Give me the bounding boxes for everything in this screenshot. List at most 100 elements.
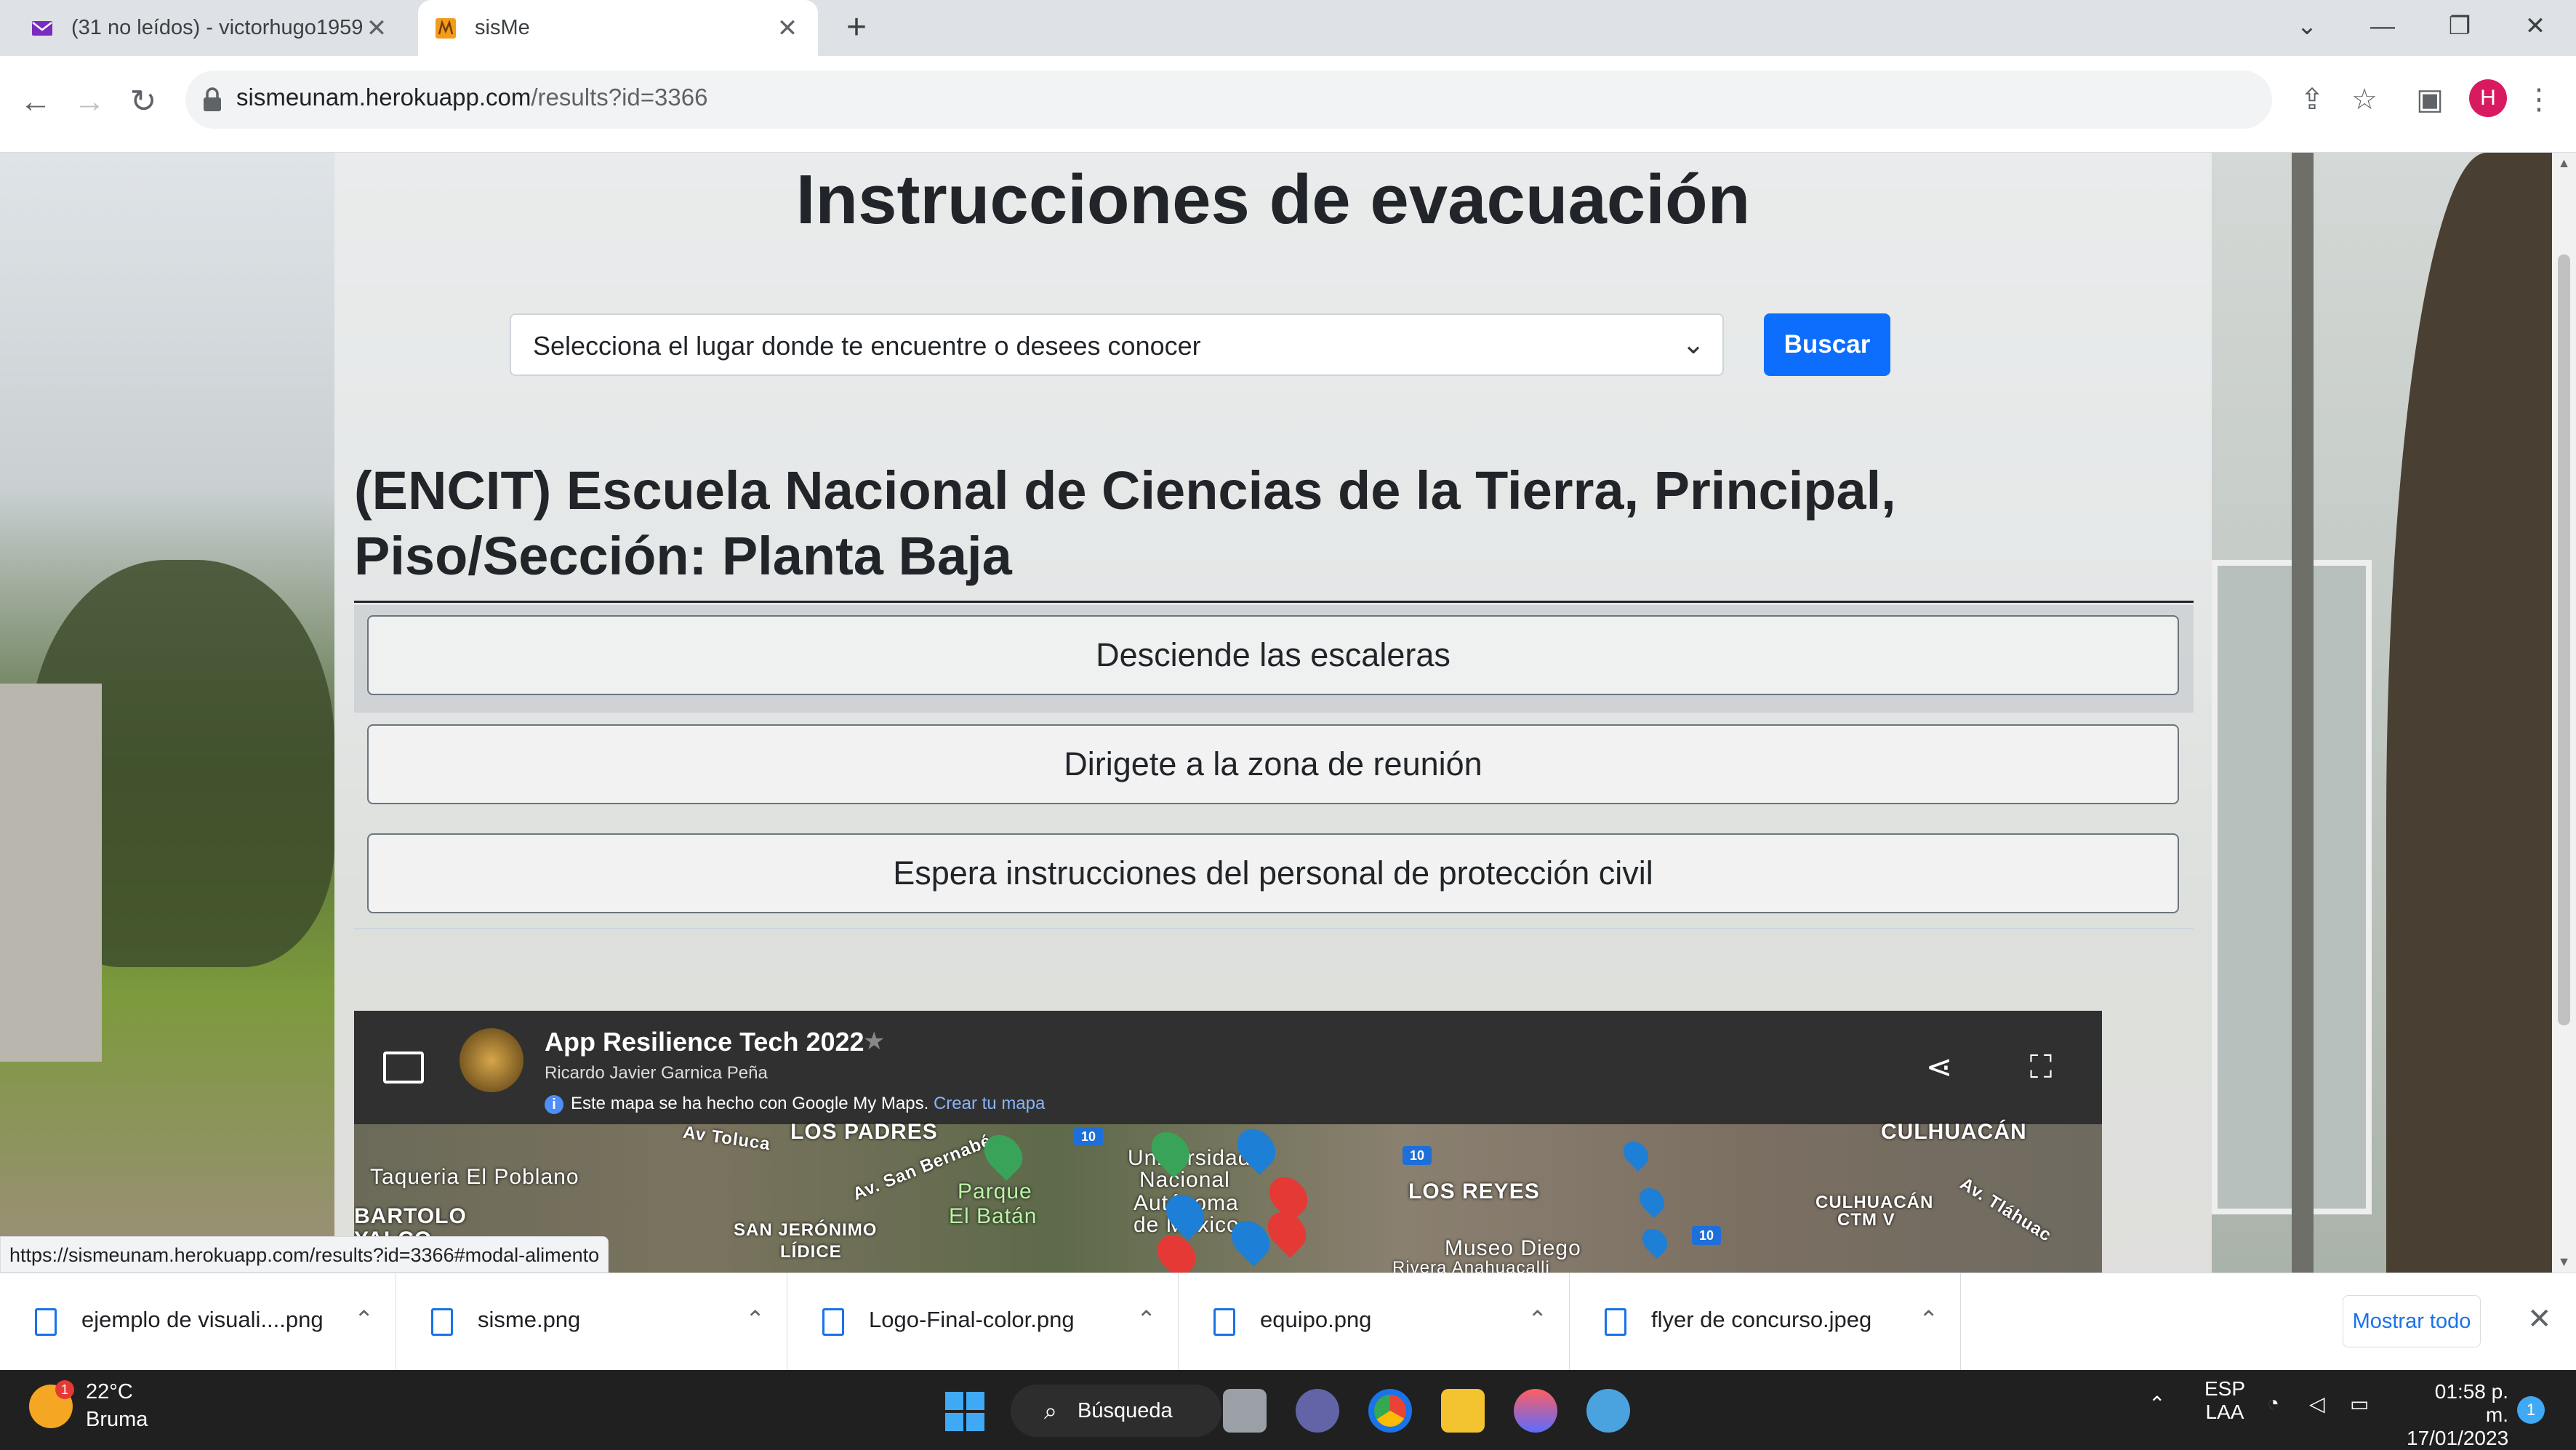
- map-header: App Resilience Tech 2022 ★ Ricardo Javie…: [354, 1011, 2102, 1124]
- taskbar-search[interactable]: ⌕ Búsqueda: [1011, 1385, 1221, 1437]
- show-all-downloads-button[interactable]: Mostrar todo: [2343, 1295, 2481, 1347]
- back-icon[interactable]: ←: [10, 76, 61, 127]
- tab-gmail[interactable]: (31 no leídos) - victorhugo1959@ ✕: [15, 0, 407, 56]
- map-label: SAN JERÓNIMO: [734, 1220, 878, 1240]
- side-panel-icon[interactable]: ▣: [2408, 78, 2452, 121]
- create-map-link[interactable]: Crear tu mapa: [934, 1094, 1045, 1113]
- map-label: CULHUACÁN: [1881, 1120, 2027, 1144]
- browser-app-icon[interactable]: [1586, 1389, 1630, 1433]
- download-item[interactable]: equipo.png ⌃: [1179, 1273, 1570, 1371]
- step-item[interactable]: Espera instrucciones del personal de pro…: [367, 833, 2179, 913]
- file-icon: [1605, 1308, 1626, 1336]
- close-tab-icon[interactable]: ✕: [773, 14, 802, 43]
- file-explorer-icon[interactable]: [1441, 1389, 1485, 1433]
- task-view-icon[interactable]: [1223, 1389, 1267, 1433]
- chevron-up-icon[interactable]: ⌃: [1919, 1305, 1938, 1333]
- chevron-up-icon[interactable]: ⌃: [2148, 1392, 2165, 1416]
- map-label: BARTOLO: [354, 1204, 467, 1228]
- battery-icon[interactable]: ▭: [2350, 1392, 2369, 1416]
- map-canvas[interactable]: LOS PADRES Av Toluca Av. San Bernabé CUL…: [354, 1120, 2102, 1273]
- new-tab-button[interactable]: +: [836, 7, 877, 48]
- location-select[interactable]: Selecciona el lugar donde te encuentre o…: [510, 313, 1724, 376]
- start-icon[interactable]: [945, 1392, 984, 1431]
- map-marker[interactable]: [1634, 1182, 1670, 1219]
- tab-title: sisMe: [475, 16, 530, 39]
- step-item[interactable]: Dirigete a la zona de reunión: [367, 724, 2179, 804]
- volume-icon[interactable]: ◁: [2309, 1392, 2325, 1416]
- close-window-icon[interactable]: ✕: [2495, 0, 2575, 56]
- download-item[interactable]: flyer de concurso.jpeg ⌃: [1570, 1273, 1961, 1371]
- bookmark-star-icon[interactable]: ☆: [2343, 78, 2386, 121]
- app-icon[interactable]: [1514, 1389, 1557, 1433]
- profile-avatar[interactable]: H: [2469, 79, 2507, 117]
- clock-time: 01:58 p. m.: [2434, 1380, 2508, 1426]
- close-tab-icon[interactable]: ✕: [362, 14, 391, 43]
- language-indicator[interactable]: ESP LAA: [2203, 1377, 2247, 1424]
- scroll-down-icon[interactable]: ▼: [2552, 1254, 2576, 1270]
- scrollbar-thumb[interactable]: [2558, 255, 2570, 1025]
- map-label: El Batán: [949, 1204, 1038, 1228]
- chevron-up-icon[interactable]: ⌃: [354, 1305, 374, 1333]
- wifi-icon[interactable]: ◔: [2267, 1392, 2279, 1415]
- map-author: Ricardo Javier Garnica Peña: [545, 1063, 768, 1083]
- weather-temp[interactable]: 22°C: [86, 1380, 133, 1404]
- address-bar[interactable]: sismeunam.herokuapp.com/results?id=3366: [185, 71, 2272, 129]
- sisme-favicon: [436, 17, 456, 39]
- minimize-icon[interactable]: —: [2343, 0, 2423, 56]
- share-page-icon[interactable]: ⇪: [2290, 78, 2334, 121]
- download-item[interactable]: Logo-Final-color.png ⌃: [787, 1273, 1179, 1371]
- map-marker[interactable]: [1637, 1223, 1673, 1259]
- status-url-bubble: https://sismeunam.herokuapp.com/results?…: [0, 1236, 609, 1273]
- map-legend-toggle-icon[interactable]: [383, 1052, 424, 1084]
- map-label: LOS PADRES: [790, 1120, 938, 1144]
- download-item[interactable]: ejemplo de visuali....png ⌃: [0, 1273, 396, 1371]
- embedded-map[interactable]: App Resilience Tech 2022 ★ Ricardo Javie…: [354, 1011, 2102, 1273]
- notification-badge[interactable]: 1: [2517, 1396, 2545, 1424]
- search-label: Búsqueda: [1078, 1399, 1173, 1422]
- page-title: Instrucciones de evacuación: [795, 161, 1751, 239]
- chrome-icon[interactable]: [1368, 1389, 1412, 1433]
- restore-icon[interactable]: ❐: [2420, 0, 2500, 56]
- download-filename: sisme.png: [478, 1307, 581, 1332]
- scroll-up-icon[interactable]: ▲: [2552, 156, 2576, 171]
- page-viewport: Instrucciones de evacuación Selecciona e…: [0, 153, 2552, 1273]
- share-icon[interactable]: ⋖: [1917, 1046, 1961, 1089]
- download-shelf: ejemplo de visuali....png ⌃ sisme.png ⌃ …: [0, 1273, 2576, 1371]
- tab-search-icon[interactable]: ⌄: [2267, 0, 2347, 56]
- search-button[interactable]: Buscar: [1764, 313, 1890, 376]
- map-info-line: i Este mapa se ha hecho con Google My Map…: [545, 1094, 1045, 1114]
- weather-condition[interactable]: Bruma: [86, 1408, 148, 1432]
- page-scrollbar[interactable]: ▲ ▼: [2552, 153, 2576, 1273]
- fullscreen-icon[interactable]: ⛶: [2019, 1046, 2063, 1089]
- weather-icon[interactable]: 1: [29, 1380, 74, 1428]
- step-item[interactable]: Desciende las escaleras: [367, 615, 2179, 695]
- download-filename: ejemplo de visuali....png: [81, 1307, 324, 1332]
- building-shape: [0, 684, 102, 1062]
- background-photo-left: [0, 153, 334, 1273]
- map-marker[interactable]: [1618, 1136, 1654, 1172]
- map-label: LÍDICE: [780, 1242, 842, 1262]
- browser-toolbar: ← → ↻ sismeunam.herokuapp.com/results?id…: [0, 56, 2576, 153]
- chevron-up-icon[interactable]: ⌃: [1528, 1305, 1547, 1333]
- reload-icon[interactable]: ↻: [118, 76, 169, 127]
- star-icon[interactable]: ★: [863, 1027, 885, 1056]
- menu-kebab-icon[interactable]: ⋮: [2517, 78, 2561, 121]
- location-heading: (ENCIT) Escuela Nacional de Ciencias de …: [354, 460, 1896, 586]
- clock[interactable]: 01:58 p. m. 17/01/2023: [2407, 1380, 2508, 1450]
- download-item[interactable]: sisme.png ⌃: [396, 1273, 787, 1371]
- pole-shape: [2292, 153, 2314, 1273]
- map-label: Rivera Anahuacalli: [1392, 1258, 1550, 1273]
- map-label: Av Toluca: [681, 1122, 772, 1155]
- map-label: Nacional: [1139, 1168, 1230, 1192]
- chevron-down-icon: ⌄: [1682, 329, 1705, 360]
- chevron-up-icon[interactable]: ⌃: [1136, 1305, 1156, 1333]
- chevron-up-icon[interactable]: ⌃: [745, 1305, 765, 1333]
- forward-icon[interactable]: →: [64, 76, 115, 127]
- map-label: CTM V: [1837, 1210, 1895, 1230]
- chat-icon[interactable]: [1296, 1389, 1339, 1433]
- close-icon[interactable]: ✕: [2527, 1302, 2552, 1336]
- tab-sisme[interactable]: sisMe ✕: [418, 0, 818, 56]
- map-label: Museo Diego: [1445, 1236, 1581, 1260]
- background-photo-right: [2212, 153, 2552, 1273]
- download-filename: flyer de concurso.jpeg: [1651, 1307, 1872, 1332]
